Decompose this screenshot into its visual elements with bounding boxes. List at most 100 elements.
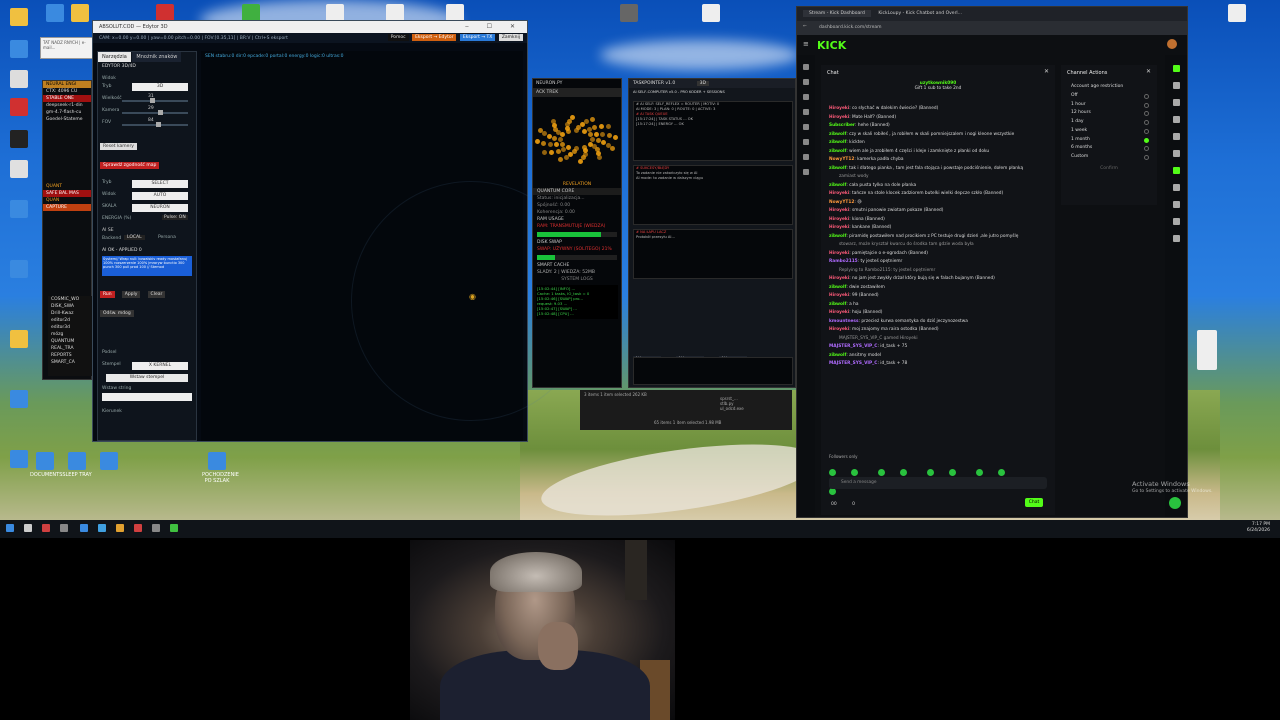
radio-button[interactable] (1144, 128, 1149, 134)
desktop-icon[interactable] (4, 40, 34, 60)
taskbar-app-icon[interactable] (24, 524, 32, 532)
refresh-model-button[interactable]: Odśw. mdog (100, 310, 134, 317)
url-text[interactable]: dashboard.kick.com/stream (819, 25, 882, 30)
chat-username[interactable]: MAJSTER_SYS_VIP_C (829, 361, 877, 366)
chat-username[interactable]: Hiroyeki (829, 310, 849, 315)
browser-tab[interactable]: Stream - Kick Dashboard (803, 10, 871, 17)
chat-username[interactable]: zibwolf (829, 234, 846, 239)
tool-icon[interactable] (1172, 99, 1180, 106)
chat-send-button[interactable]: Chat (1025, 498, 1043, 507)
address-bar[interactable]: ← dashboard.kick.com/stream (797, 21, 1187, 35)
tree-item[interactable]: REPORTS (48, 352, 94, 359)
restriction-option[interactable]: 1 day (1061, 118, 1157, 127)
chat-username[interactable]: Hiroyeki (829, 191, 849, 196)
slider-knob[interactable] (150, 98, 155, 103)
slider-knob[interactable] (158, 110, 163, 115)
desktop-icon[interactable] (4, 390, 34, 410)
avatar[interactable] (1167, 39, 1177, 49)
chat-username[interactable]: Subscriber (829, 123, 855, 128)
nav-icon[interactable] (803, 169, 809, 175)
tool-icon[interactable] (1172, 133, 1180, 140)
tool-icon[interactable] (1172, 116, 1180, 123)
apply-button[interactable]: Apply (121, 291, 141, 298)
confirm-button[interactable]: Confirm (1071, 166, 1147, 171)
chat-username[interactable]: Hiroyeki (829, 225, 849, 230)
slider-knob[interactable] (156, 122, 161, 127)
desktop-icon[interactable] (614, 4, 644, 24)
chat-username[interactable]: zibwolf (829, 302, 846, 307)
restriction-option[interactable]: 6 months (1061, 144, 1157, 153)
desktop-icon[interactable] (4, 200, 34, 220)
chat-username[interactable]: Hiroyeki (829, 217, 849, 222)
tool-icon[interactable] (1172, 235, 1180, 242)
back-icon[interactable]: ← (803, 24, 807, 29)
kick-browser-window[interactable]: Stream - Kick Dashboard KickLoupy - Kick… (796, 6, 1188, 518)
chat-username[interactable]: Hiroyeki (829, 251, 849, 256)
tree-item[interactable]: QUANTUM (48, 338, 94, 345)
tree-item[interactable]: DISK_SWA (48, 303, 94, 310)
select-skala[interactable]: SKALA NEURON (98, 202, 196, 214)
emote-icon[interactable] (851, 469, 858, 476)
tab-narzedzia[interactable]: Narzędzia (98, 52, 131, 62)
select-widok[interactable]: Widok AUTO (98, 190, 196, 202)
taskbar-app-icon[interactable] (134, 524, 142, 532)
tool-icon[interactable] (1172, 65, 1180, 72)
desktop-icon[interactable] (94, 452, 124, 472)
string-input[interactable] (102, 393, 192, 401)
desktop-icon[interactable] (4, 330, 34, 350)
taskbar-app-icon[interactable] (60, 524, 68, 532)
insert-stamp-button[interactable]: Wstaw stempel (106, 374, 188, 382)
editor-3d-window[interactable]: ABSOLUT.COD — Edytor 3D ‒ ☐ ✕ CAM: x=0.0… (92, 20, 591, 442)
desktop-icon[interactable] (4, 70, 34, 90)
chat-input[interactable]: Send a message (829, 477, 1047, 489)
tree-item[interactable]: COSMIC_WO (48, 296, 94, 303)
chat-username[interactable]: zibwolf (829, 149, 846, 154)
emote-icon[interactable] (829, 488, 836, 495)
nav-icon[interactable] (803, 109, 809, 115)
explorer-tree[interactable]: COSMIC_WO DISK_SWA Drill-Kwaz editor2d e… (48, 296, 94, 376)
slider-tryb[interactable]: Tryb 3D (98, 82, 196, 94)
tool-icon[interactable] (1172, 82, 1180, 89)
quantum-tab[interactable]: ACK TREK (533, 88, 621, 97)
desktop-icon[interactable] (4, 260, 34, 280)
chat-username[interactable]: Hiroyeki (829, 276, 849, 281)
clear-button[interactable]: Clear (147, 291, 166, 298)
tree-item[interactable]: Drill-Kwaz (48, 310, 94, 317)
select-value[interactable]: SELECT (132, 180, 188, 188)
chat-username[interactable]: Hiroyeki (829, 115, 849, 120)
emote-icon[interactable] (878, 469, 886, 476)
restriction-option[interactable]: 1 month (1061, 136, 1157, 145)
taskbar-app-icon[interactable] (116, 524, 124, 532)
chat-username[interactable]: MAJSTER_SYS_VIP_C (829, 344, 877, 349)
reset-camera-button[interactable]: Reset kamery (100, 143, 137, 150)
restriction-option[interactable]: Custom (1061, 153, 1157, 162)
taskpointer-window[interactable]: TASKPOINTER v1.0 3D AI SELF-COMPUTER v5.… (628, 78, 796, 388)
export-tx-button[interactable]: Eksport → TX (459, 34, 496, 41)
taskbar-app-icon[interactable] (42, 524, 50, 532)
tool-icon[interactable] (1172, 184, 1180, 191)
browser-tab[interactable]: KickLoupy - Kick Chatbot and Overl... (878, 11, 962, 16)
tool-icon[interactable] (1172, 167, 1180, 174)
desktop-icon[interactable]: POCHODZENIE PO SZLAK (202, 452, 239, 484)
kierunek-row[interactable]: Kierunek (98, 407, 196, 419)
chat-username[interactable]: NowyYT12 (829, 200, 854, 205)
tree-item[interactable]: editor2d (48, 317, 94, 324)
chat-username[interactable]: zibwolf (829, 183, 846, 188)
energy-row[interactable]: ENERGIA (%) Pulse: ON (98, 214, 196, 226)
emote-icon[interactable] (829, 469, 836, 476)
desktop-icon[interactable] (696, 4, 726, 24)
chat-username[interactable]: zibwolf (829, 132, 846, 137)
radio-button[interactable] (1144, 111, 1149, 117)
cursor-marker-icon[interactable]: ◉ (469, 292, 476, 301)
tree-item[interactable]: SMART_CA (48, 359, 94, 366)
taskbar-app-icon[interactable] (152, 524, 160, 532)
desktop-icon[interactable] (4, 8, 34, 28)
tool-icon[interactable] (1172, 150, 1180, 157)
radio-button[interactable] (1144, 154, 1149, 160)
chat-username[interactable]: kmountness (829, 319, 859, 324)
emote-icon[interactable] (998, 469, 1006, 476)
chat-username[interactable]: NowyYT12 (829, 157, 854, 162)
chat-username[interactable]: Hiroyeki (829, 208, 849, 213)
backend-row[interactable]: Backend LOCAL Persona (98, 234, 196, 246)
help-button[interactable]: Pomoc (387, 34, 409, 41)
